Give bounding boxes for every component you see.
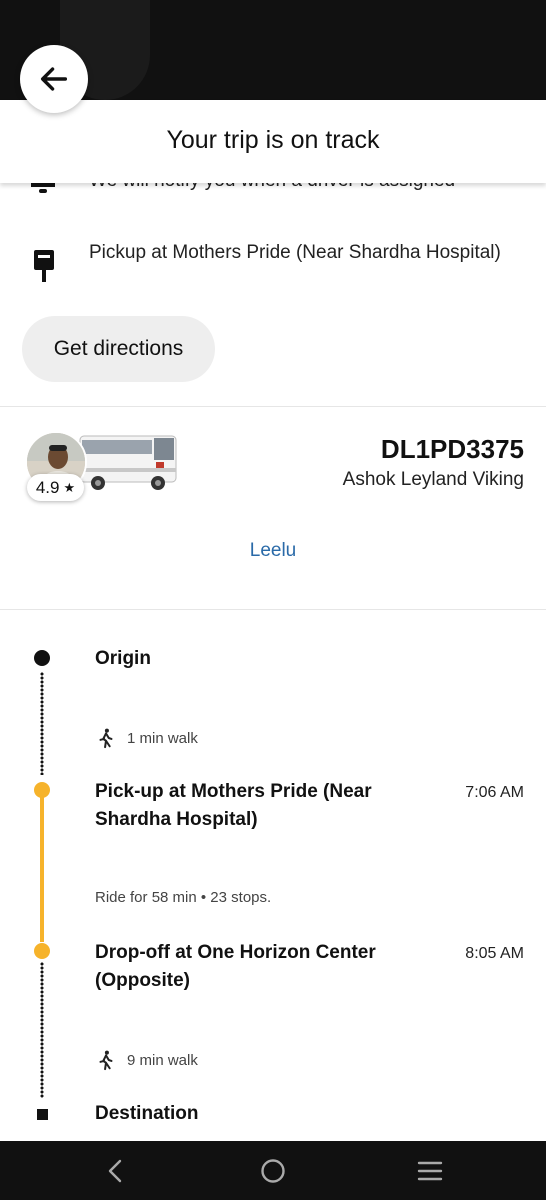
pickup-marker	[34, 782, 50, 798]
ride-path-line	[40, 790, 44, 942]
dropoff-marker	[34, 943, 50, 959]
walk-segment: 9 min walk	[95, 1049, 198, 1071]
ride-info: Ride for 58 min • 23 stops.	[95, 889, 272, 906]
chevron-left-icon	[108, 1159, 122, 1183]
driver-name-link[interactable]: Leelu	[0, 540, 546, 562]
destination-marker	[32, 1104, 52, 1124]
back-button[interactable]	[20, 45, 88, 113]
nav-home-button[interactable]	[257, 1155, 289, 1187]
divider	[0, 609, 546, 610]
origin-title: Origin	[95, 648, 151, 669]
get-directions-button[interactable]: Get directions	[22, 316, 215, 382]
driver-rating-badge: 4.9 ★	[27, 474, 84, 501]
walk-duration: 9 min walk	[127, 1051, 198, 1069]
nav-recents-button[interactable]	[414, 1155, 446, 1187]
divider	[0, 406, 546, 407]
bell-icon	[31, 182, 55, 193]
dropoff-stop-title: Drop-off at One Horizon Center (Opposite…	[95, 942, 376, 991]
star-icon: ★	[63, 479, 76, 495]
pickup-location-text: Pickup at Mothers Pride (Near Shardha Ho…	[89, 242, 501, 263]
dropoff-time: 8:05 AM	[465, 945, 524, 962]
destination-title: Destination	[95, 1103, 199, 1124]
walk-duration: 1 min walk	[127, 729, 198, 747]
walk-path-line	[40, 672, 44, 775]
arrow-left-icon	[40, 67, 68, 91]
menu-lines-icon	[417, 1161, 443, 1181]
vehicle-model: Ashok Leyland Viking	[342, 469, 524, 490]
walking-person-icon	[99, 1050, 113, 1071]
walking-person-icon	[99, 728, 113, 749]
pickup-time: 7:06 AM	[465, 784, 524, 801]
circle-home-icon	[261, 1159, 285, 1183]
vehicle-plate: DL1PD3375	[380, 434, 524, 464]
pickup-stop-title: Pick-up at Mothers Pride (Near Shardha H…	[95, 781, 372, 830]
bus-stop-icon	[34, 250, 54, 282]
system-nav-bar	[0, 1141, 546, 1200]
bus-image	[79, 435, 177, 490]
rating-value: 4.9	[35, 477, 60, 497]
walk-path-line	[40, 962, 44, 1098]
page-header: Your trip is on track	[0, 100, 546, 183]
origin-marker	[34, 650, 50, 666]
page-title: Your trip is on track	[166, 126, 380, 154]
nav-back-button[interactable]	[100, 1155, 132, 1187]
walk-segment: 1 min walk	[95, 727, 198, 749]
